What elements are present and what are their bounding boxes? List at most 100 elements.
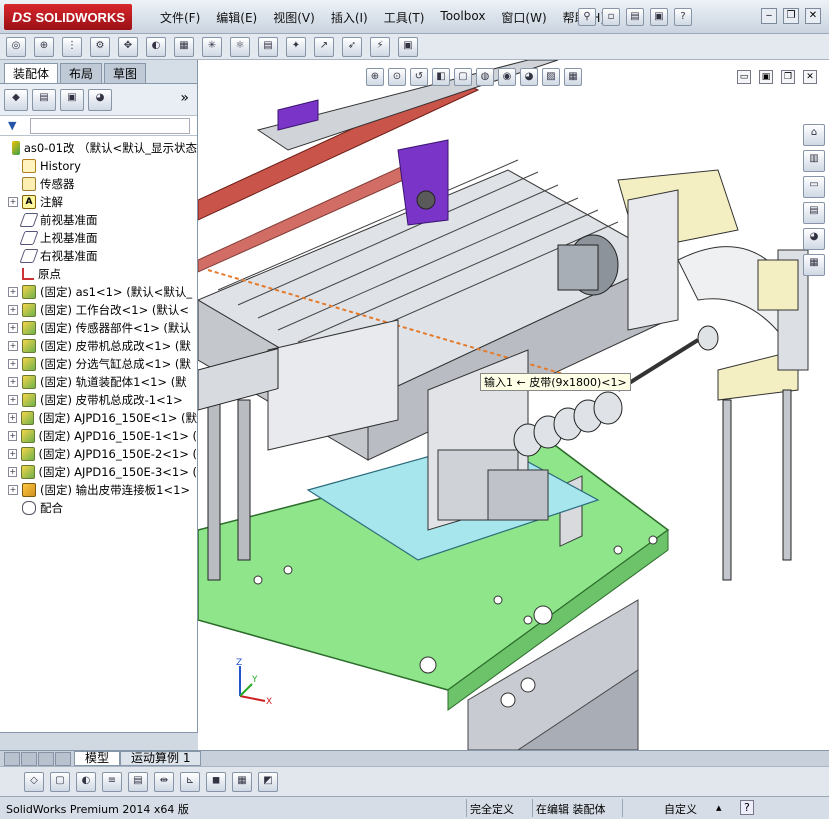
- tree-item[interactable]: + (固定) 输出皮带连接板1<1>: [0, 481, 197, 499]
- menu-edit[interactable]: 编辑(E): [208, 9, 265, 26]
- custom-properties-icon[interactable]: ▦: [803, 254, 825, 276]
- tree-item[interactable]: + A 注解: [0, 193, 197, 211]
- hide-show-items-icon[interactable]: ◉: [498, 68, 516, 86]
- shaded-icon[interactable]: ◐: [76, 771, 96, 792]
- save-icon[interactable]: ▣: [650, 8, 668, 26]
- open-folder-icon[interactable]: ▤: [626, 8, 644, 26]
- appearances-icon[interactable]: ◕: [803, 228, 825, 250]
- apply-scene-icon[interactable]: ▨: [542, 68, 560, 86]
- view-settings-icon[interactable]: ▦: [564, 68, 582, 86]
- tree-item[interactable]: + (固定) 皮带机总成改-1<1>: [0, 391, 197, 409]
- restore-icon[interactable]: ❐: [783, 8, 799, 24]
- update-speedpak-icon[interactable]: ⚡: [370, 36, 390, 57]
- tree-item[interactable]: 传感器: [0, 175, 197, 193]
- section-view-icon[interactable]: ◧: [432, 68, 450, 86]
- reference-geometry-icon[interactable]: ✳: [202, 36, 222, 57]
- menu-tools[interactable]: 工具(T): [376, 9, 433, 26]
- tree-item[interactable]: + (固定) 皮带机总成改<1> (默: [0, 337, 197, 355]
- units-caret-icon[interactable]: ▴: [716, 801, 722, 814]
- display-style-icon[interactable]: ◍: [476, 68, 494, 86]
- mate-icon[interactable]: ⊕: [34, 36, 54, 57]
- tree-item[interactable]: 上视基准面: [0, 229, 197, 247]
- tree-item[interactable]: + (固定) 传感器部件<1> (默认: [0, 319, 197, 337]
- tree-item[interactable]: + (固定) AJPD16_150E-1<1> (: [0, 427, 197, 445]
- dimension-icon[interactable]: ⇹: [154, 771, 174, 792]
- new-motion-study-icon[interactable]: ⚛: [230, 36, 250, 57]
- status-custom-units[interactable]: 自定义: [664, 801, 697, 817]
- expand-icon[interactable]: +: [8, 305, 18, 315]
- tab-motion-study-1[interactable]: 运动算例 1: [120, 751, 202, 766]
- tab-first-icon[interactable]: [4, 751, 20, 766]
- tab-assembly[interactable]: 装配体: [4, 63, 59, 83]
- panel-scrollbar[interactable]: [0, 732, 198, 750]
- configuration-manager-icon[interactable]: ▣: [60, 88, 84, 111]
- zoom-to-area-icon[interactable]: ⊙: [388, 68, 406, 86]
- explode-line-icon[interactable]: ↗: [314, 36, 334, 57]
- expand-icon[interactable]: +: [8, 359, 18, 369]
- tree-item[interactable]: + (固定) 轨道装配体1<1> (默: [0, 373, 197, 391]
- view-orientation-icon[interactable]: ▢: [454, 68, 472, 86]
- view-palette-icon[interactable]: ▤: [803, 202, 825, 224]
- bill-of-materials-icon[interactable]: ▤: [258, 36, 278, 57]
- tab-model[interactable]: 模型: [74, 751, 121, 766]
- tree-item[interactable]: 原点: [0, 265, 197, 283]
- viewport-tile-icon[interactable]: ▣: [759, 70, 773, 84]
- graphics-viewport[interactable]: ⊕ ⊙ ↺ ◧ ▢ ◍ ◉ ◕ ▨ ▦ ▭ ▣ ❐ ✕ ⌂ ▥ ▭ ▤ ◕ ▦ …: [198, 60, 829, 750]
- tree-item[interactable]: History: [0, 157, 197, 175]
- viewport-restore-icon[interactable]: ❐: [781, 70, 795, 84]
- hidden-lines-icon[interactable]: ▢: [50, 771, 70, 792]
- chevron-right-icon[interactable]: »: [180, 90, 189, 106]
- edit-appearance-icon[interactable]: ◕: [520, 68, 538, 86]
- expand-icon[interactable]: +: [8, 449, 18, 459]
- tree-item[interactable]: 右视基准面: [0, 247, 197, 265]
- minimize-icon[interactable]: ‒: [761, 8, 777, 24]
- take-snapshot-icon[interactable]: ▣: [398, 36, 418, 57]
- previous-view-icon[interactable]: ↺: [410, 68, 428, 86]
- insert-component-icon[interactable]: ◎: [6, 36, 26, 57]
- file-explorer-icon[interactable]: ▭: [803, 176, 825, 198]
- expand-icon[interactable]: +: [8, 395, 18, 405]
- wireframe-icon[interactable]: ◇: [24, 771, 44, 792]
- display-manager-icon[interactable]: ◕: [88, 88, 112, 111]
- tree-item[interactable]: 配合: [0, 499, 197, 517]
- filter-input[interactable]: [30, 117, 191, 134]
- expand-icon[interactable]: +: [8, 197, 18, 207]
- menu-view[interactable]: 视图(V): [265, 9, 323, 26]
- align-icon[interactable]: ≡: [102, 771, 122, 792]
- feature-manager-icon[interactable]: ◆: [4, 88, 28, 111]
- solidworks-resources-icon[interactable]: ⌂: [803, 124, 825, 146]
- tab-next-icon[interactable]: [38, 751, 54, 766]
- menu-file[interactable]: 文件(F): [152, 9, 208, 26]
- pin-icon[interactable]: ⚲: [578, 8, 596, 26]
- grid-view-icon[interactable]: ▦: [232, 771, 252, 792]
- tab-last-icon[interactable]: [55, 751, 71, 766]
- display-pane-icon[interactable]: ◩: [258, 771, 278, 792]
- expand-icon[interactable]: +: [8, 377, 18, 387]
- move-component-icon[interactable]: ✥: [118, 36, 138, 57]
- cube-view-icon[interactable]: ◼: [206, 771, 226, 792]
- new-document-icon[interactable]: ▫: [602, 8, 620, 26]
- close-icon[interactable]: ✕: [805, 8, 821, 24]
- zoom-to-fit-icon[interactable]: ⊕: [366, 68, 384, 86]
- expand-icon[interactable]: +: [8, 287, 18, 297]
- tree-item[interactable]: + (固定) as1<1> (默认<默认_: [0, 283, 197, 301]
- tree-item[interactable]: 前视基准面: [0, 211, 197, 229]
- exploded-view-icon[interactable]: ✦: [286, 36, 306, 57]
- tab-layout[interactable]: 布局: [60, 63, 103, 83]
- help-icon[interactable]: ?: [674, 8, 692, 26]
- status-help-icon[interactable]: ?: [740, 800, 754, 815]
- tree-item[interactable]: + (固定) AJPD16_150E-2<1> (: [0, 445, 197, 463]
- viewport-close-icon[interactable]: ✕: [803, 70, 817, 84]
- assembly-features-icon[interactable]: ▦: [174, 36, 194, 57]
- expand-icon[interactable]: +: [8, 467, 18, 477]
- tab-prev-icon[interactable]: [21, 751, 37, 766]
- instant3d-icon[interactable]: ➶: [342, 36, 362, 57]
- viewport-minimize-icon[interactable]: ▭: [737, 70, 751, 84]
- tree-item[interactable]: + (固定) AJPD16_150E-3<1> (: [0, 463, 197, 481]
- expand-icon[interactable]: +: [8, 485, 18, 495]
- linear-pattern-icon[interactable]: ⋮: [62, 36, 82, 57]
- expand-icon[interactable]: +: [8, 413, 18, 423]
- expand-icon[interactable]: +: [8, 323, 18, 333]
- tree-item[interactable]: + (固定) AJPD16_150E<1> (默: [0, 409, 197, 427]
- tree-item[interactable]: + (固定) 工作台改<1> (默认<: [0, 301, 197, 319]
